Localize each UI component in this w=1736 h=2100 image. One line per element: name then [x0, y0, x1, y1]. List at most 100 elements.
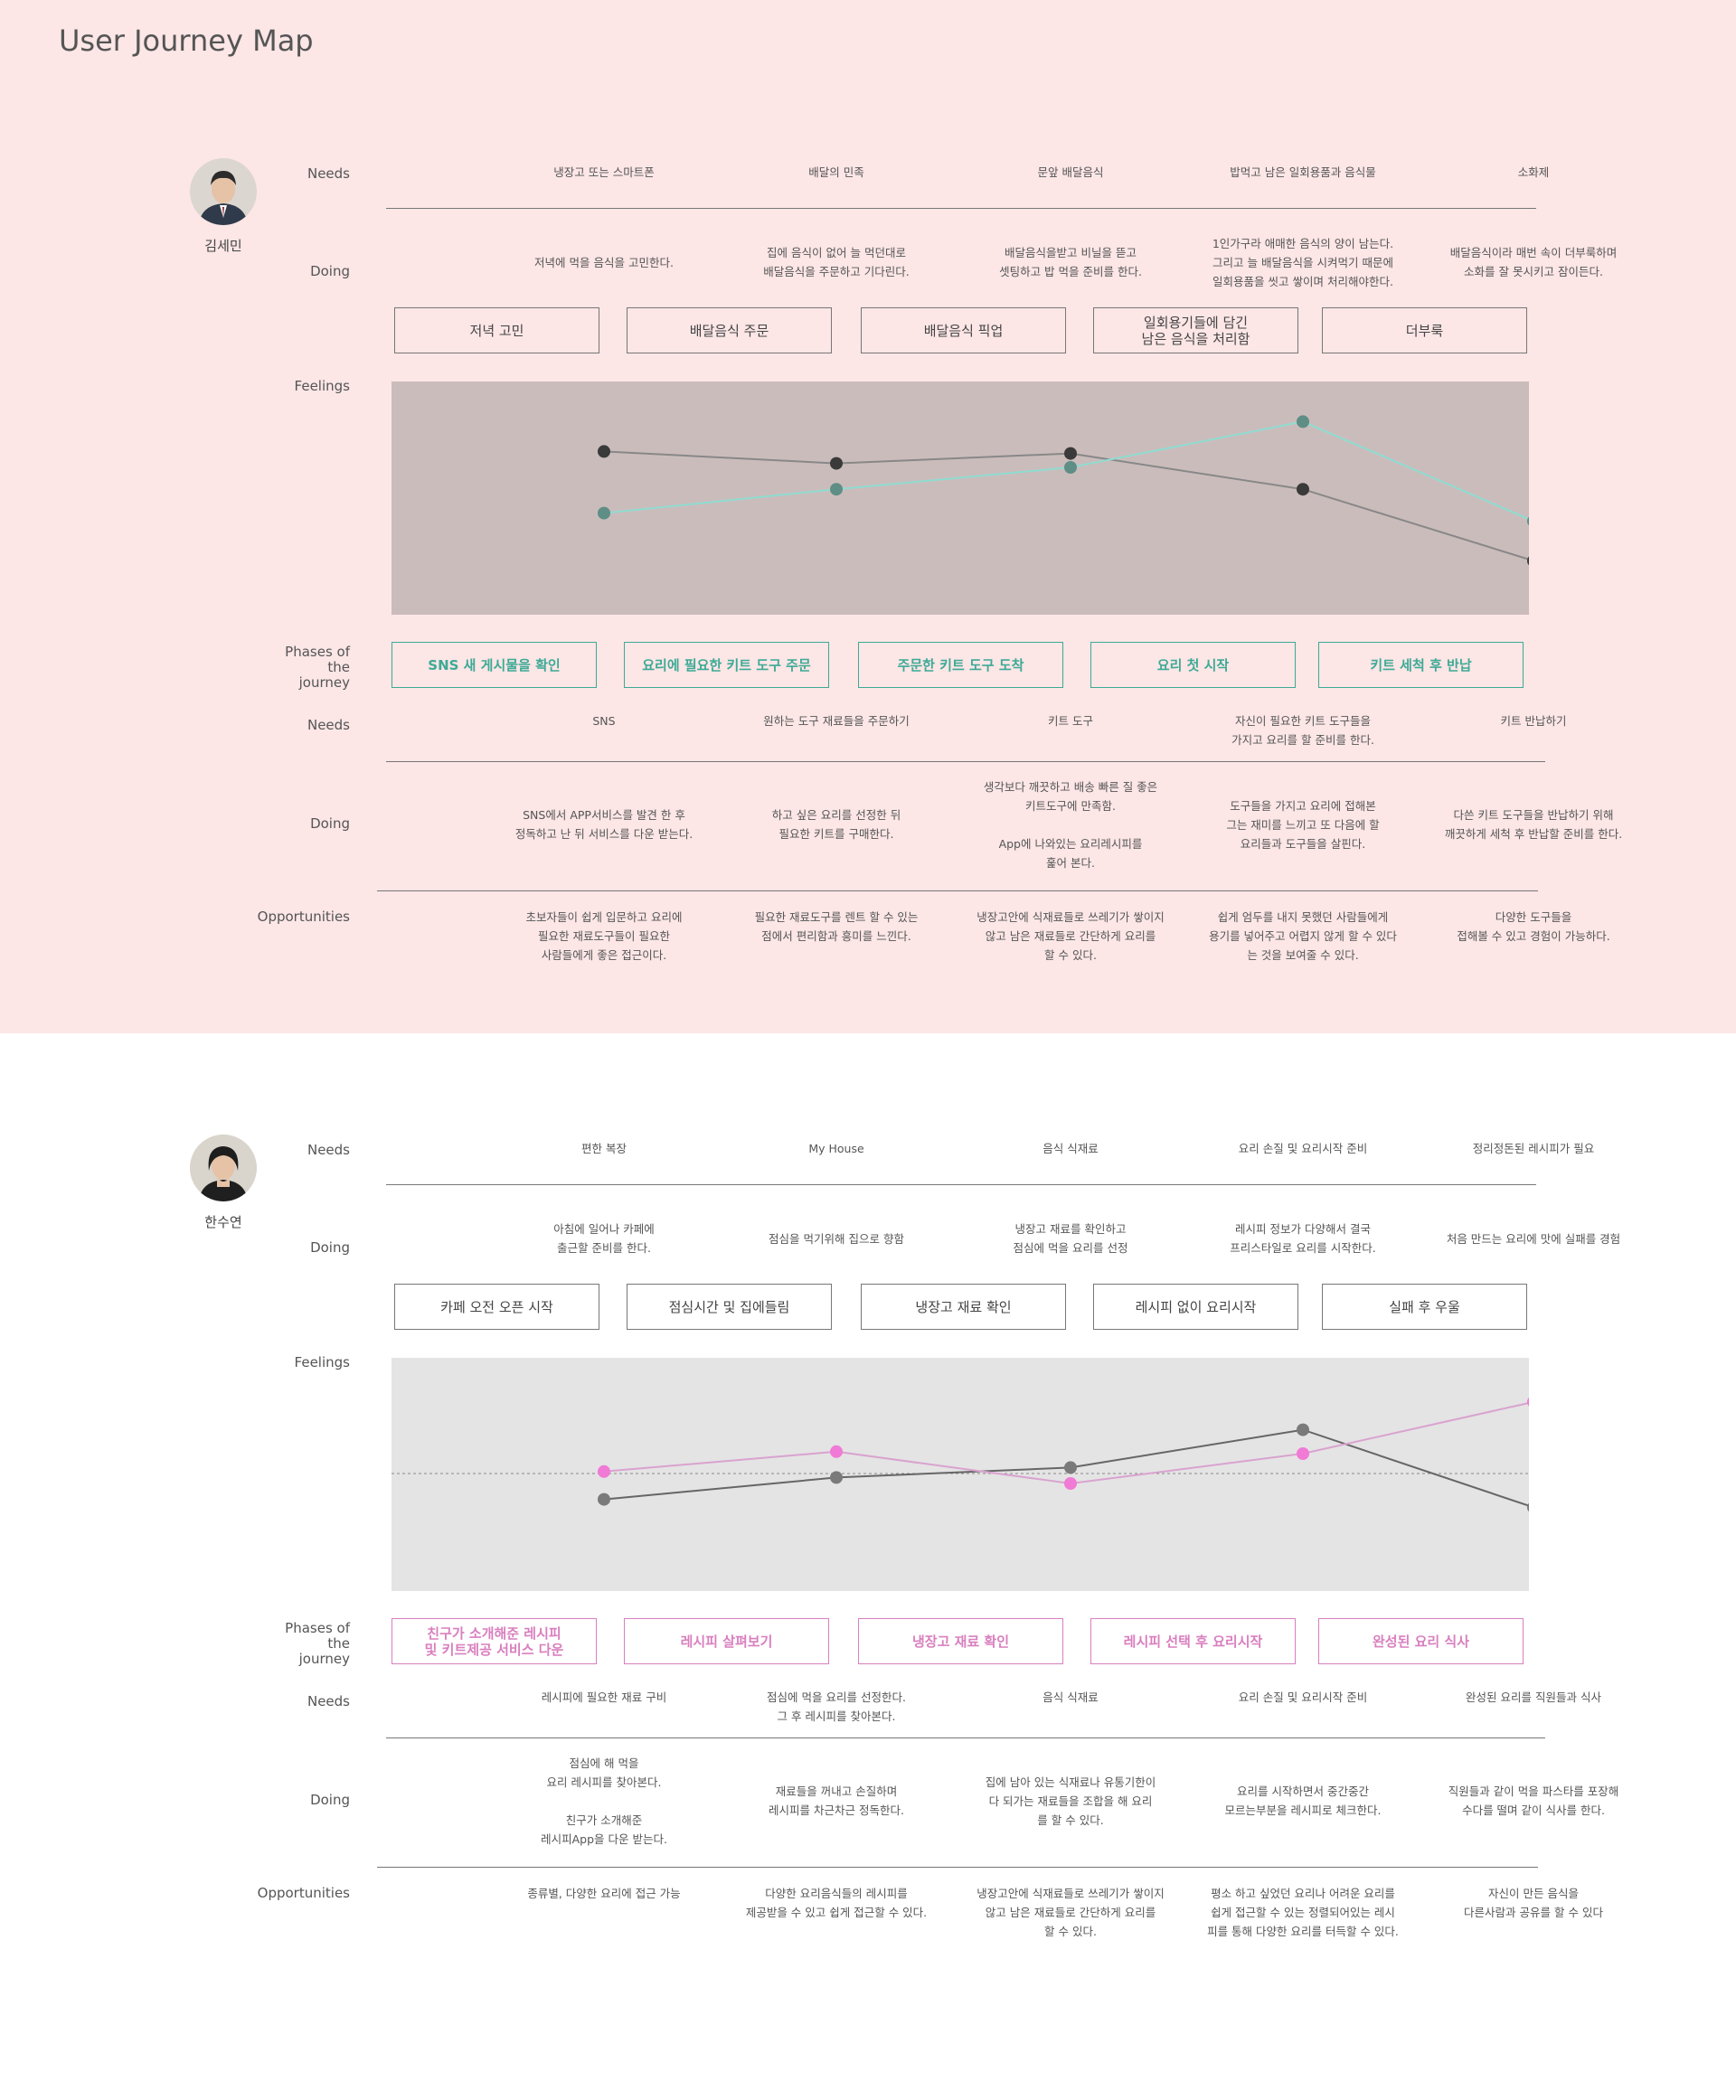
- doing-cell: 요리를 시작하면서 중간중간 모르는부분을 레시피로 체크한다.: [1224, 1785, 1382, 1817]
- persona-name: 한수연: [204, 1214, 242, 1230]
- stage-box[interactable]: 실패 후 우울: [1322, 1284, 1527, 1330]
- needs-cell: 배달의 민족: [808, 165, 864, 179]
- stage-box[interactable]: 일회용기들에 담긴 남은 음식을 처리함: [1093, 307, 1298, 353]
- persona-2-series-2-point-1: [598, 1464, 610, 1478]
- persona-2-feelings-chart: [392, 1358, 1540, 1591]
- needs-cell: 소화제: [1517, 165, 1550, 179]
- phase-box[interactable]: 레시피 살펴보기: [624, 1618, 829, 1664]
- phase-box[interactable]: 레시피 선택 후 요리시작: [1090, 1618, 1296, 1664]
- phase-box[interactable]: 완성된 요리 식사: [1318, 1618, 1524, 1664]
- persona-1-series-1-point-4: [1297, 483, 1309, 496]
- persona-1-series-2-point-5: [1527, 514, 1540, 528]
- doing-cell: 생각보다 깨끗하고 배송 빠른 질 좋은 키트도구에 만족함. App에 나와있…: [983, 779, 1158, 870]
- doing-cell: 배달음식을받고 비닐을 뜯고 셋팅하고 밥 먹을 준비를 한다.: [999, 246, 1142, 278]
- persona-2-series-2-point-5: [1527, 1395, 1540, 1408]
- needs-cell: 음식 식재료: [1043, 1142, 1099, 1155]
- doing-cell: 배달음식이라 매번 속이 더부룩하며 소화를 잘 못시키고 잠이든다.: [1449, 246, 1618, 278]
- persona-2-series-1-point-2: [830, 1471, 843, 1484]
- opportunity-cell: 냉장고안에 식재료들로 쓰레기가 쌓이지 않고 남은 재료들로 간단하게 요리를…: [976, 1887, 1165, 1938]
- feelings-line-chart: [598, 415, 1540, 568]
- persona-1-series-2-point-4: [1297, 415, 1309, 428]
- divider-line: [377, 1867, 1538, 1868]
- stage-box[interactable]: 배달음식 주문: [627, 307, 832, 353]
- phase-box[interactable]: 요리에 필요한 키트 도구 주문: [624, 642, 829, 688]
- divider-line: [386, 1737, 1545, 1738]
- persona-1-feelings-chart: [392, 381, 1540, 615]
- persona-1: 김세민 Needs Doing Feelings Phases of the journ…: [0, 0, 1736, 994]
- needs-cell: 음식 식재료: [1043, 1690, 1099, 1704]
- opportunity-cell: 초보자들이 쉽게 입문하고 요리에 필요한 재료도구들이 필요한 사람들에게 좋…: [525, 910, 683, 962]
- stage-box[interactable]: 저녁 고민: [394, 307, 599, 353]
- persona-name: 김세민: [204, 238, 242, 254]
- doing-cell: 도구들을 가지고 요리에 접해본 그는 재미를 느끼고 또 다음에 할 요리들과…: [1226, 798, 1380, 851]
- persona-1-series-2-point-3: [1064, 461, 1077, 474]
- doing-cell: 직원들과 같이 먹을 파스타를 포장해 수다를 떨며 같이 식사를 한다.: [1448, 1785, 1619, 1817]
- persona-1-series-1-point-5: [1527, 554, 1540, 568]
- phase-box[interactable]: 친구가 소개해준 레시피 및 키트제공 서비스 다운: [392, 1618, 597, 1664]
- doing-cell: 점심을 먹기위해 집으로 향함: [769, 1231, 904, 1246]
- needs-cell: 냉장고 또는 스마트폰: [553, 165, 655, 179]
- stage-box[interactable]: 냉장고 재료 확인: [861, 1284, 1066, 1330]
- needs-cell: SNS: [592, 714, 616, 728]
- divider-line: [386, 761, 1545, 762]
- opportunity-cell: 필요한 재료도구를 렌트 할 수 있는 점에서 편리함과 흥미를 느낀다.: [754, 910, 919, 943]
- row-label-needs: Needs: [307, 717, 350, 733]
- opportunity-cell: 냉장고안에 식재료들로 쓰레기가 쌓이지 않고 남은 재료들로 간단하게 요리를…: [976, 910, 1165, 962]
- phase-box[interactable]: 키트 세척 후 반납: [1318, 642, 1524, 688]
- phase-box[interactable]: 요리 첫 시작: [1090, 642, 1296, 688]
- needs-cell: 문앞 배달음식: [1037, 165, 1104, 179]
- needs-cell: 자신이 필요한 키트 도구들을 가지고 요리를 할 준비를 한다.: [1231, 714, 1374, 747]
- needs-cell: My House: [808, 1142, 864, 1155]
- opportunity-cell: 종류별, 다양한 요리에 접근 가능: [527, 1887, 681, 1900]
- divider-line: [386, 1184, 1536, 1185]
- opportunity-cell: 다양한 요리음식들의 레시피를 제공받을 수 있고 쉽게 접근할 수 있다.: [745, 1887, 928, 1919]
- persona-2-series-1-point-1: [598, 1493, 610, 1506]
- persona-2-series-1-point-3: [1064, 1461, 1077, 1474]
- stage-box[interactable]: 배달음식 픽업: [861, 307, 1066, 353]
- doing-cell: 레시피 정보가 다양해서 결국 프리스타일로 요리를 시작한다.: [1230, 1222, 1376, 1255]
- persona-2-series-1-point-4: [1297, 1423, 1309, 1436]
- persona-1-series-1-point-3: [1064, 447, 1077, 460]
- divider-line: [386, 208, 1536, 209]
- row-label-opportunities: Opportunities: [257, 909, 350, 925]
- needs-cell: 요리 손질 및 요리시작 준비: [1238, 1690, 1368, 1704]
- phase-box[interactable]: 주문한 키트 도구 도착: [858, 642, 1063, 688]
- doing-cell: SNS에서 APP서비스를 발견 한 후 정독하고 난 뒤 서비스를 다운 받는…: [514, 808, 693, 841]
- persona-2-series-2-point-4: [1297, 1447, 1309, 1460]
- needs-cell: 키트 반납하기: [1500, 714, 1567, 728]
- needs-cell: 밥먹고 남은 일회용품과 음식물: [1230, 165, 1376, 179]
- doing-cell: 아침에 일어나 카페에 출근할 준비를 한다.: [553, 1222, 655, 1255]
- stage-box[interactable]: 카페 오전 오픈 시작: [394, 1284, 599, 1330]
- opportunity-cell: 평소 하고 싶었던 요리나 어려운 요리를 쉽게 접근할 수 있는 정렬되어있는…: [1207, 1887, 1399, 1938]
- row-label-feelings: Feelings: [294, 1354, 350, 1370]
- phase-box[interactable]: 냉장고 재료 확인: [858, 1618, 1063, 1664]
- stage-box[interactable]: 점심시간 및 집에들림: [627, 1284, 832, 1330]
- phase-box[interactable]: SNS 새 게시물을 확인: [392, 642, 597, 688]
- divider-line: [377, 890, 1538, 891]
- row-label-phases: Phases of the journey: [285, 644, 350, 691]
- needs-cell: 완성된 요리를 직원들과 식사: [1466, 1690, 1601, 1704]
- doing-cell: 1인가구라 애매한 음식의 양이 남는다. 그리고 늘 배달음식을 시켜먹기 때…: [1212, 236, 1394, 288]
- needs-cell: 점심에 먹을 요리를 선정한다. 그 후 레시피를 찾아본다.: [767, 1690, 906, 1723]
- row-label-needs: Needs: [307, 1142, 350, 1158]
- row-label-doing: Doing: [310, 263, 350, 279]
- row-label-opportunities: Opportunities: [257, 1885, 350, 1901]
- doing-cell: 점심에 해 먹을 요리 레시피를 찾아본다. 친구가 소개해준 레시피App을 …: [541, 1756, 667, 1846]
- doing-cell: 재료들을 꺼내고 손질하며 레시피를 차근차근 정독한다.: [769, 1785, 904, 1817]
- feelings-line-chart: [392, 1395, 1540, 1514]
- row-label-phases: Phases of the journey: [285, 1620, 350, 1667]
- stage-box[interactable]: 더부룩: [1322, 307, 1527, 353]
- doing-cell: 하고 싶은 요리를 선정한 뒤 필요한 키트를 구매한다.: [771, 808, 901, 841]
- row-label-feelings: Feelings: [294, 378, 350, 394]
- row-label-doing: Doing: [310, 1792, 350, 1808]
- needs-cell: 요리 손질 및 요리시작 준비: [1238, 1142, 1368, 1155]
- doing-cell: 집에 음식이 없어 늘 먹던대로 배달음식을 주문하고 기다린다.: [763, 246, 910, 278]
- doing-cell: 집에 남아 있는 식재료나 유통기한이 다 되가는 재료들을 조합을 해 요리 …: [985, 1775, 1156, 1827]
- persona-2-series-2-point-2: [830, 1445, 843, 1458]
- stage-box[interactable]: 레시피 없이 요리시작: [1093, 1284, 1298, 1330]
- persona-2-series-2-point-3: [1064, 1477, 1077, 1490]
- persona-1-series-2-point-2: [830, 483, 843, 496]
- needs-cell: 원하는 도구 재료들을 주문하기: [763, 714, 910, 728]
- persona-1-series-1-point-2: [830, 457, 843, 470]
- doing-cell: 다쓴 키트 도구들을 반납하기 위해 깨끗하게 세척 후 반납할 준비를 한다.: [1444, 808, 1623, 841]
